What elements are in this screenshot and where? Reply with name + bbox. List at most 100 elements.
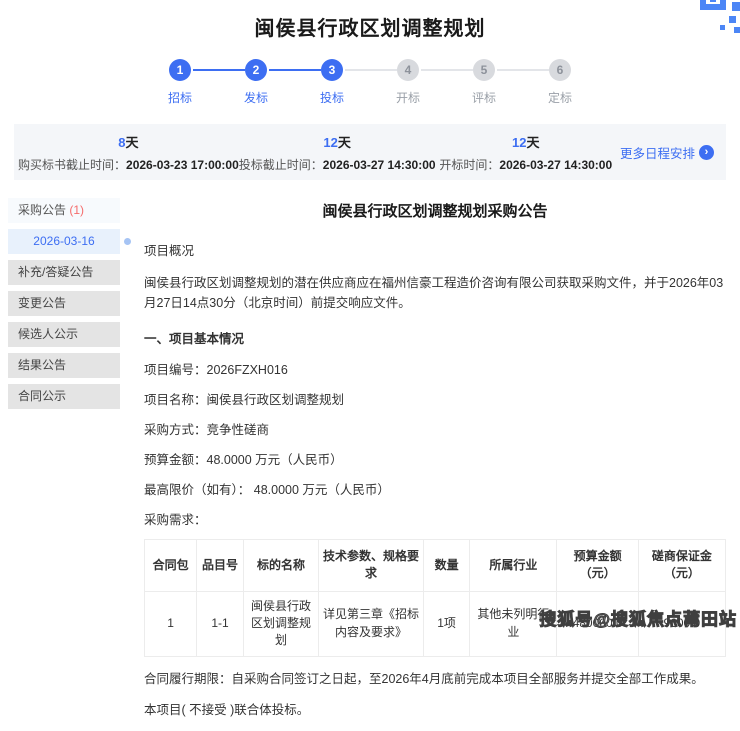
field-procurement-method: 采购方式：竞争性磋商 [144,419,726,438]
field-label: 预算金额： [144,453,207,467]
schedule-item-opening-time: 12天 开标时间：2026-03-27 14:30:00 [436,132,616,173]
th-budget-amount: 预算金额（元） [557,539,638,591]
sidebar-item-result-notice[interactable]: 结果公告 [8,353,120,378]
th-item-number: 品目号 [197,539,243,591]
step-circle: 1 [169,59,191,81]
field-label: 项目名称： [144,393,207,407]
more-schedule-link[interactable]: 更多日程安排 › [616,143,714,162]
th-tech-specs: 技术参数、规格要求 [319,539,424,591]
section1-title: 一、项目基本情况 [144,328,726,347]
days-unit: 天 [338,135,351,150]
step-label: 投标 [320,89,344,106]
field-label: 最高限价（如有）： [144,483,250,497]
announcement-body: 闽侯县行政区划调整规划采购公告 项目概况 闽侯县行政区划调整规划的潜在供应商应在… [120,198,726,731]
field-label: 采购方式： [144,423,207,437]
step-fabiao: 2 发标 [218,59,294,106]
step-dingbiao: 6 定标 [522,59,598,106]
deadline-time: 2026-03-23 17:00:00 [126,158,239,172]
step-label: 招标 [168,89,192,106]
procurement-demand-table: 合同包 品目号 标的名称 技术参数、规格要求 数量 所属行业 预算金额（元） 磋… [144,539,726,657]
deadline-line: 购买标书截止时间：2026-03-23 17:00:00 [18,156,239,173]
cell-item-number: 1-1 [197,591,243,656]
sidebar-item-label: 合同公示 [18,389,66,403]
page-title: 闽侯县行政区划调整规划 [0,0,740,41]
overview-text: 闽侯县行政区划调整规划的潜在供应商应在福州信豪工程造价咨询有限公司获取采购文件，… [144,273,726,314]
field-value: 48.0000 万元（人民币） [254,483,390,497]
step-label: 发标 [244,89,268,106]
th-deposit: 磋商保证金（元） [638,539,725,591]
notice-count-badge: (1) [69,203,84,217]
sidebar-item-label: 变更公告 [18,296,66,310]
days-unit: 天 [126,135,139,150]
joint-bid-text: 本项目( 不接受 )联合体投标。 [144,700,726,721]
field-label: 项目编号： [144,363,207,377]
field-project-number: 项目编号：2026FZXH016 [144,359,726,378]
deadline-time: 2026-03-27 14:30:00 [323,158,436,172]
field-max-price: 最高限价（如有）： 48.0000 万元（人民币） [144,479,726,498]
table-header-row: 合同包 品目号 标的名称 技术参数、规格要求 数量 所属行业 预算金额（元） 磋… [145,539,726,591]
progress-stepper: 1 招标 2 发标 3 投标 4 开标 5 评标 6 定标 [0,59,740,106]
cell-quantity: 1项 [423,591,469,656]
deadline-label: 购买标书截止时间： [18,158,126,172]
step-circle: 5 [473,59,495,81]
sidebar-item-date-2026-03-16[interactable]: 2026-03-16 [8,229,120,254]
th-contract-package: 合同包 [145,539,197,591]
qr-logo-icon [688,0,740,36]
th-subject-name: 标的名称 [243,539,319,591]
days-unit: 天 [527,135,540,150]
deadline-label: 开标时间： [439,158,499,172]
deadline-line: 开标时间：2026-03-27 14:30:00 [436,156,616,173]
sidebar-item-label: 结果公告 [18,358,66,372]
step-label: 评标 [472,89,496,106]
days-number: 12 [323,135,337,150]
step-label: 开标 [396,89,420,106]
step-circle: 3 [321,59,343,81]
days-number: 12 [512,135,526,150]
schedule-item-purchase-deadline: 8天 购买标书截止时间：2026-03-23 17:00:00 [18,132,239,173]
announcement-title: 闽侯县行政区划调整规划采购公告 [144,200,726,221]
field-label: 采购需求： [144,513,207,527]
schedule-bar: 8天 购买标书截止时间：2026-03-23 17:00:00 12天 投标截止… [14,124,726,180]
field-procurement-demand: 采购需求： [144,509,726,528]
sidebar-item-label: 候选人公示 [18,327,78,341]
sidebar-item-candidate-publicity[interactable]: 候选人公示 [8,322,120,347]
watermark-text: 搜狐号@搜狐焦点莆田站 [539,605,737,630]
content-area: 采购公告 (1) 2026-03-16 补充/答疑公告 变更公告 候选人公示 结… [0,198,740,731]
step-label: 定标 [548,89,572,106]
deadline-label: 投标截止时间： [239,158,323,172]
th-industry: 所属行业 [470,539,557,591]
sidebar-item-label: 补充/答疑公告 [18,265,93,279]
field-budget-amount: 预算金额：48.0000 万元（人民币） [144,449,726,468]
sidebar-item-label: 采购公告 [18,203,66,217]
deadline-time: 2026-03-27 14:30:00 [499,158,612,172]
step-pingbiao: 5 评标 [446,59,522,106]
step-kaibiao: 4 开标 [370,59,446,106]
deadline-line: 投标截止时间：2026-03-27 14:30:00 [239,156,436,173]
step-circle: 6 [549,59,571,81]
field-value: 竞争性磋商 [207,423,270,437]
sidebar-item-supplement-notice[interactable]: 补充/答疑公告 [8,260,120,285]
days-remaining: 12天 [239,132,436,151]
cell-contract-package: 1 [145,591,197,656]
announcement-sidebar: 采购公告 (1) 2026-03-16 补充/答疑公告 变更公告 候选人公示 结… [8,198,120,731]
days-remaining: 12天 [436,132,616,151]
more-schedule-label: 更多日程安排 [620,143,695,162]
step-circle: 4 [397,59,419,81]
step-circle: 2 [245,59,267,81]
cell-subject-name: 闽侯县行政区划调整规划 [243,591,319,656]
sidebar-item-contract-publicity[interactable]: 合同公示 [8,384,120,409]
sidebar-item-procurement-notice[interactable]: 采购公告 (1) [8,198,120,223]
contract-term-text: 合同履行期限：自采购合同签订之日起，至2026年4月底前完成本项目全部服务并提交… [144,669,726,689]
cell-tech-specs: 详见第三章《招标内容及要求》 [319,591,424,656]
field-project-name: 项目名称：闽侯县行政区划调整规划 [144,389,726,408]
field-value: 闽侯县行政区划调整规划 [207,393,345,407]
step-toubiao: 3 投标 [294,59,370,106]
th-quantity: 数量 [423,539,469,591]
sidebar-item-label: 2026-03-16 [33,234,94,248]
days-remaining: 8天 [18,132,239,151]
schedule-item-bid-deadline: 12天 投标截止时间：2026-03-27 14:30:00 [239,132,436,173]
days-number: 8 [118,135,125,150]
sidebar-item-change-notice[interactable]: 变更公告 [8,291,120,316]
chevron-right-icon: › [699,145,714,160]
site-logo [688,0,740,36]
